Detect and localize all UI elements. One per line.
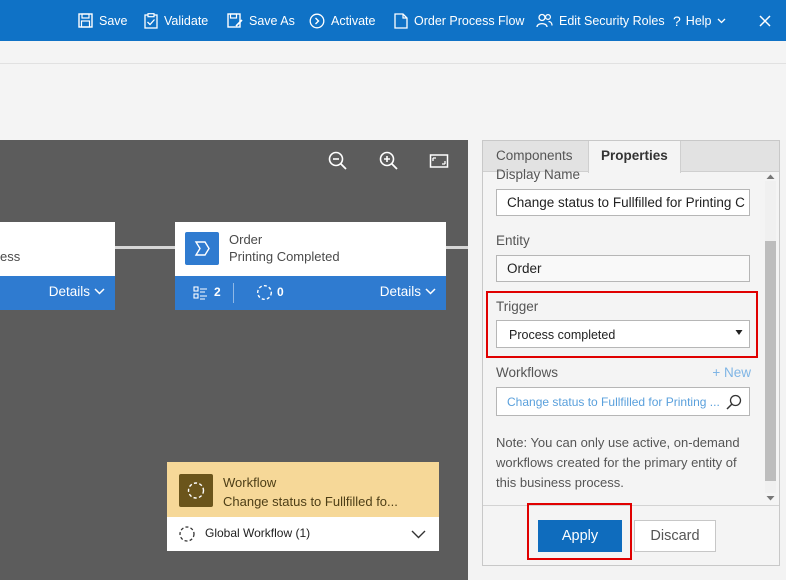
save-button[interactable]: Save <box>78 0 128 41</box>
scroll-up-icon[interactable] <box>766 173 775 180</box>
save-icon <box>78 13 93 28</box>
details-toggle[interactable]: Details <box>49 284 105 299</box>
panel-scrollbar[interactable] <box>763 173 777 503</box>
workflow-subtitle: Change status to Fullfilled fo... <box>223 494 398 509</box>
users-icon <box>536 13 553 28</box>
edit-security-roles-button[interactable]: Edit Security Roles <box>536 0 665 41</box>
process-canvas[interactable]: ess Details Order Printing Completed 2 0… <box>0 140 468 580</box>
order-process-flow-button[interactable]: Order Process Flow <box>394 0 524 41</box>
save-as-label: Save As <box>249 13 295 28</box>
chevron-down-icon[interactable] <box>411 530 426 539</box>
stage-connector <box>115 246 175 249</box>
activate-icon <box>309 13 325 28</box>
activate-button[interactable]: Activate <box>309 0 375 41</box>
stage-subtitle: Printing Completed <box>229 249 340 264</box>
stage-body: ess <box>0 222 115 272</box>
stage-connector-right <box>446 246 468 249</box>
workflows-count: 0 <box>277 285 284 299</box>
zoom-out-button[interactable] <box>327 150 349 172</box>
chevron-down-icon <box>94 288 105 295</box>
display-name-label: Display Name <box>496 167 581 182</box>
fit-screen-icon <box>429 154 449 168</box>
header-divider <box>0 63 786 64</box>
stage-icon <box>185 232 219 265</box>
chevron-stage-icon <box>194 241 210 256</box>
trigger-highlight <box>486 291 758 358</box>
help-button[interactable]: ? Help <box>673 0 726 41</box>
display-name-field[interactable]: Change status to Fullfilled for Printing… <box>496 189 750 216</box>
save-as-icon <box>227 13 243 28</box>
clipboard-check-icon <box>144 12 158 29</box>
workflow-card-footer: Global Workflow (1) <box>167 517 439 551</box>
footer-divider <box>233 283 234 303</box>
validate-button[interactable]: Validate <box>144 0 208 41</box>
workflow-note: Note: You can only use active, on-demand… <box>496 435 740 490</box>
details-toggle[interactable]: Details <box>380 284 436 299</box>
zoom-in-button[interactable] <box>378 150 400 172</box>
workflow-title: Workflow <box>223 475 277 490</box>
zoom-in-icon <box>379 151 398 170</box>
search-icon[interactable] <box>725 393 743 411</box>
tab-properties[interactable]: Properties <box>588 141 681 173</box>
stage-title: Order <box>229 232 263 247</box>
steps-count: 2 <box>214 285 221 299</box>
edit-security-roles-label: Edit Security Roles <box>559 13 665 28</box>
stage-footer: Details <box>0 276 115 310</box>
workflow-card[interactable]: Workflow Change status to Fullfilled fo.… <box>167 462 439 551</box>
order-process-flow-label: Order Process Flow <box>414 13 525 28</box>
header-band <box>0 41 786 140</box>
help-label: Help <box>685 13 712 28</box>
entity-field: Order <box>496 255 750 282</box>
activate-label: Activate <box>331 13 376 28</box>
stage-body: Order Printing Completed <box>175 222 446 272</box>
entity-label: Entity <box>496 233 530 248</box>
stage-subtitle: ess <box>0 249 21 264</box>
workflow-icon <box>187 482 205 499</box>
stage-card-order[interactable]: Order Printing Completed 2 0 Details <box>175 222 446 310</box>
zoom-out-icon <box>328 151 347 170</box>
stage-footer: 2 0 Details <box>175 276 446 310</box>
fit-to-screen-button[interactable] <box>429 150 451 172</box>
global-workflow-label: Global Workflow (1) <box>205 526 311 540</box>
details-label: Details <box>379 284 421 299</box>
save-as-button[interactable]: Save As <box>227 0 295 41</box>
workflow-card-header: Workflow Change status to Fullfilled fo.… <box>167 462 439 517</box>
question-icon: ? <box>673 12 681 29</box>
workflow-lookup-field[interactable]: Change status to Fullfilled for Printing… <box>496 387 750 416</box>
scrollbar-thumb[interactable] <box>765 241 776 481</box>
document-icon <box>394 12 408 29</box>
save-label: Save <box>99 13 128 28</box>
global-workflow-icon <box>179 526 195 542</box>
close-icon <box>759 14 771 27</box>
workflow-lookup-value: Change status to Fullfilled for Printing… <box>507 395 720 409</box>
properties-panel: Components Properties Display Name Chang… <box>482 140 780 566</box>
command-bar: Save Validate Save As Activate Order Pro… <box>0 0 786 41</box>
stage-card-previous[interactable]: ess Details <box>0 222 115 310</box>
chevron-down-icon <box>717 18 725 23</box>
validate-label: Validate <box>164 13 209 28</box>
scroll-down-icon[interactable] <box>766 495 775 502</box>
workflow-icon-box <box>179 474 213 507</box>
details-label: Details <box>48 284 90 299</box>
workflow-circle-icon <box>256 284 273 301</box>
close-button[interactable] <box>759 0 777 41</box>
steps-list-icon <box>193 286 207 300</box>
new-workflow-link[interactable]: + New <box>712 365 751 380</box>
workflows-label: Workflows <box>496 365 559 380</box>
chevron-down-icon <box>425 288 436 295</box>
apply-button[interactable]: Apply <box>538 520 622 552</box>
discard-button[interactable]: Discard <box>634 520 716 552</box>
